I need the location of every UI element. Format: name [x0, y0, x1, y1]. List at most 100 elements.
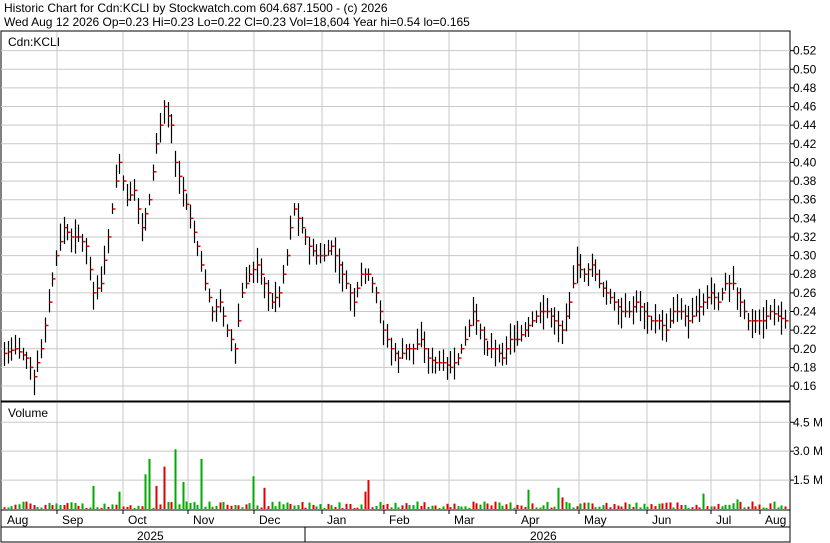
volume-bar	[219, 502, 222, 509]
volume-bar	[379, 502, 382, 509]
volume-bar	[200, 458, 203, 509]
volume-bar	[524, 507, 527, 509]
volume-bar	[442, 506, 445, 509]
volume-bar	[431, 505, 434, 509]
volume-bar	[115, 504, 118, 509]
month-label: Sep	[62, 513, 84, 527]
volume-bar	[338, 502, 341, 509]
year-axis: 2025 2026	[137, 527, 557, 543]
volume-bar	[100, 507, 103, 509]
volume-bar	[10, 506, 13, 509]
volume-bar	[572, 507, 575, 509]
volume-bar	[739, 501, 742, 509]
volume-bar	[695, 504, 698, 509]
volume-bar	[297, 505, 300, 509]
price-tick-label: 0.28	[793, 267, 817, 281]
volume-bar	[472, 501, 475, 509]
volume-bar	[646, 506, 649, 509]
volume-bar	[237, 505, 240, 509]
volume-bar	[14, 504, 17, 509]
volume-bar	[263, 487, 266, 509]
volume-bar	[460, 506, 463, 509]
price-tick-label: 0.42	[793, 137, 817, 151]
volume-bar	[122, 506, 125, 509]
volume-bar	[375, 505, 378, 509]
volume-bar	[289, 503, 292, 509]
volume-bar	[278, 501, 281, 509]
month-label: Oct	[128, 513, 147, 527]
volume-bar	[561, 497, 564, 509]
price-tick-label: 0.50	[793, 62, 817, 76]
volume-bar	[59, 505, 62, 509]
volume-bar	[92, 485, 95, 509]
volume-bar	[189, 502, 192, 509]
volume-bar	[509, 502, 512, 509]
price-tick-label: 0.34	[793, 211, 817, 225]
volume-bar	[215, 505, 218, 509]
volume-bar	[66, 503, 69, 509]
volume-bar	[594, 507, 597, 509]
volume-bar	[468, 507, 471, 509]
volume-bar	[434, 505, 437, 509]
volume-bar	[126, 506, 129, 509]
volume-bar	[159, 504, 162, 509]
volume-bar	[579, 503, 582, 509]
stock-chart: 0.16 0.18 0.20 0.22 0.24 0.26 0.28 0.30 0.32 0.34…	[0, 30, 823, 543]
volume-bar	[70, 502, 73, 509]
volume-bar	[256, 505, 259, 509]
volume-bar	[185, 501, 188, 509]
price-tick-label: 0.22	[793, 323, 817, 337]
volume-bar	[565, 501, 568, 509]
month-axis: Aug Sep Oct Nov Dec Jan Feb Mar Apr May Jun Jul Aug	[7, 510, 786, 527]
volume-bar	[494, 501, 497, 509]
volume-bar	[234, 504, 237, 509]
volume-bar	[784, 506, 787, 509]
volume-bar	[312, 504, 315, 509]
volume-bar	[22, 501, 25, 509]
volume-bar	[77, 505, 80, 509]
volume-bar	[382, 504, 385, 509]
volume-bar	[353, 507, 356, 509]
volume-bar	[330, 505, 333, 509]
volume-bar	[271, 501, 274, 509]
volume-bar	[665, 502, 668, 509]
volume-bar	[751, 501, 754, 509]
volume-bar	[687, 507, 690, 509]
volume-bar	[222, 502, 225, 509]
price-tick-label: 0.26	[793, 286, 817, 300]
volume-bar	[390, 507, 393, 509]
volume-bar	[96, 507, 99, 509]
month-label: Jun	[652, 513, 671, 527]
volume-bar	[129, 505, 132, 509]
price-tick-label: 0.48	[793, 81, 817, 95]
volume-bar	[334, 506, 337, 509]
volume-bar	[44, 504, 47, 509]
volume-bar	[18, 504, 21, 509]
volume-bar	[427, 506, 430, 509]
volume-bars	[3, 449, 787, 509]
volume-bar	[453, 503, 456, 509]
month-label: Feb	[389, 513, 410, 527]
volume-bar	[773, 501, 776, 509]
month-label: Jan	[327, 513, 346, 527]
volume-bar	[598, 506, 601, 509]
volume-bar	[587, 502, 590, 509]
volume-bar	[293, 505, 296, 509]
volume-bar	[178, 504, 181, 509]
volume-bar	[691, 507, 694, 509]
volume-bar	[241, 507, 244, 509]
volume-bar	[457, 506, 460, 509]
volume-bar	[702, 493, 705, 509]
volume-bar	[769, 503, 772, 509]
volume-bar	[133, 507, 136, 509]
volume-bar	[25, 501, 28, 509]
volume-bar	[650, 504, 653, 509]
price-bars	[3, 100, 789, 396]
price-tick-label: 0.24	[793, 304, 817, 318]
volume-bar	[118, 491, 121, 509]
volume-bar	[483, 501, 486, 509]
volume-bar	[531, 503, 534, 509]
volume-bar	[539, 507, 542, 509]
year-label: 2025	[137, 529, 164, 543]
volume-bar	[36, 507, 39, 509]
